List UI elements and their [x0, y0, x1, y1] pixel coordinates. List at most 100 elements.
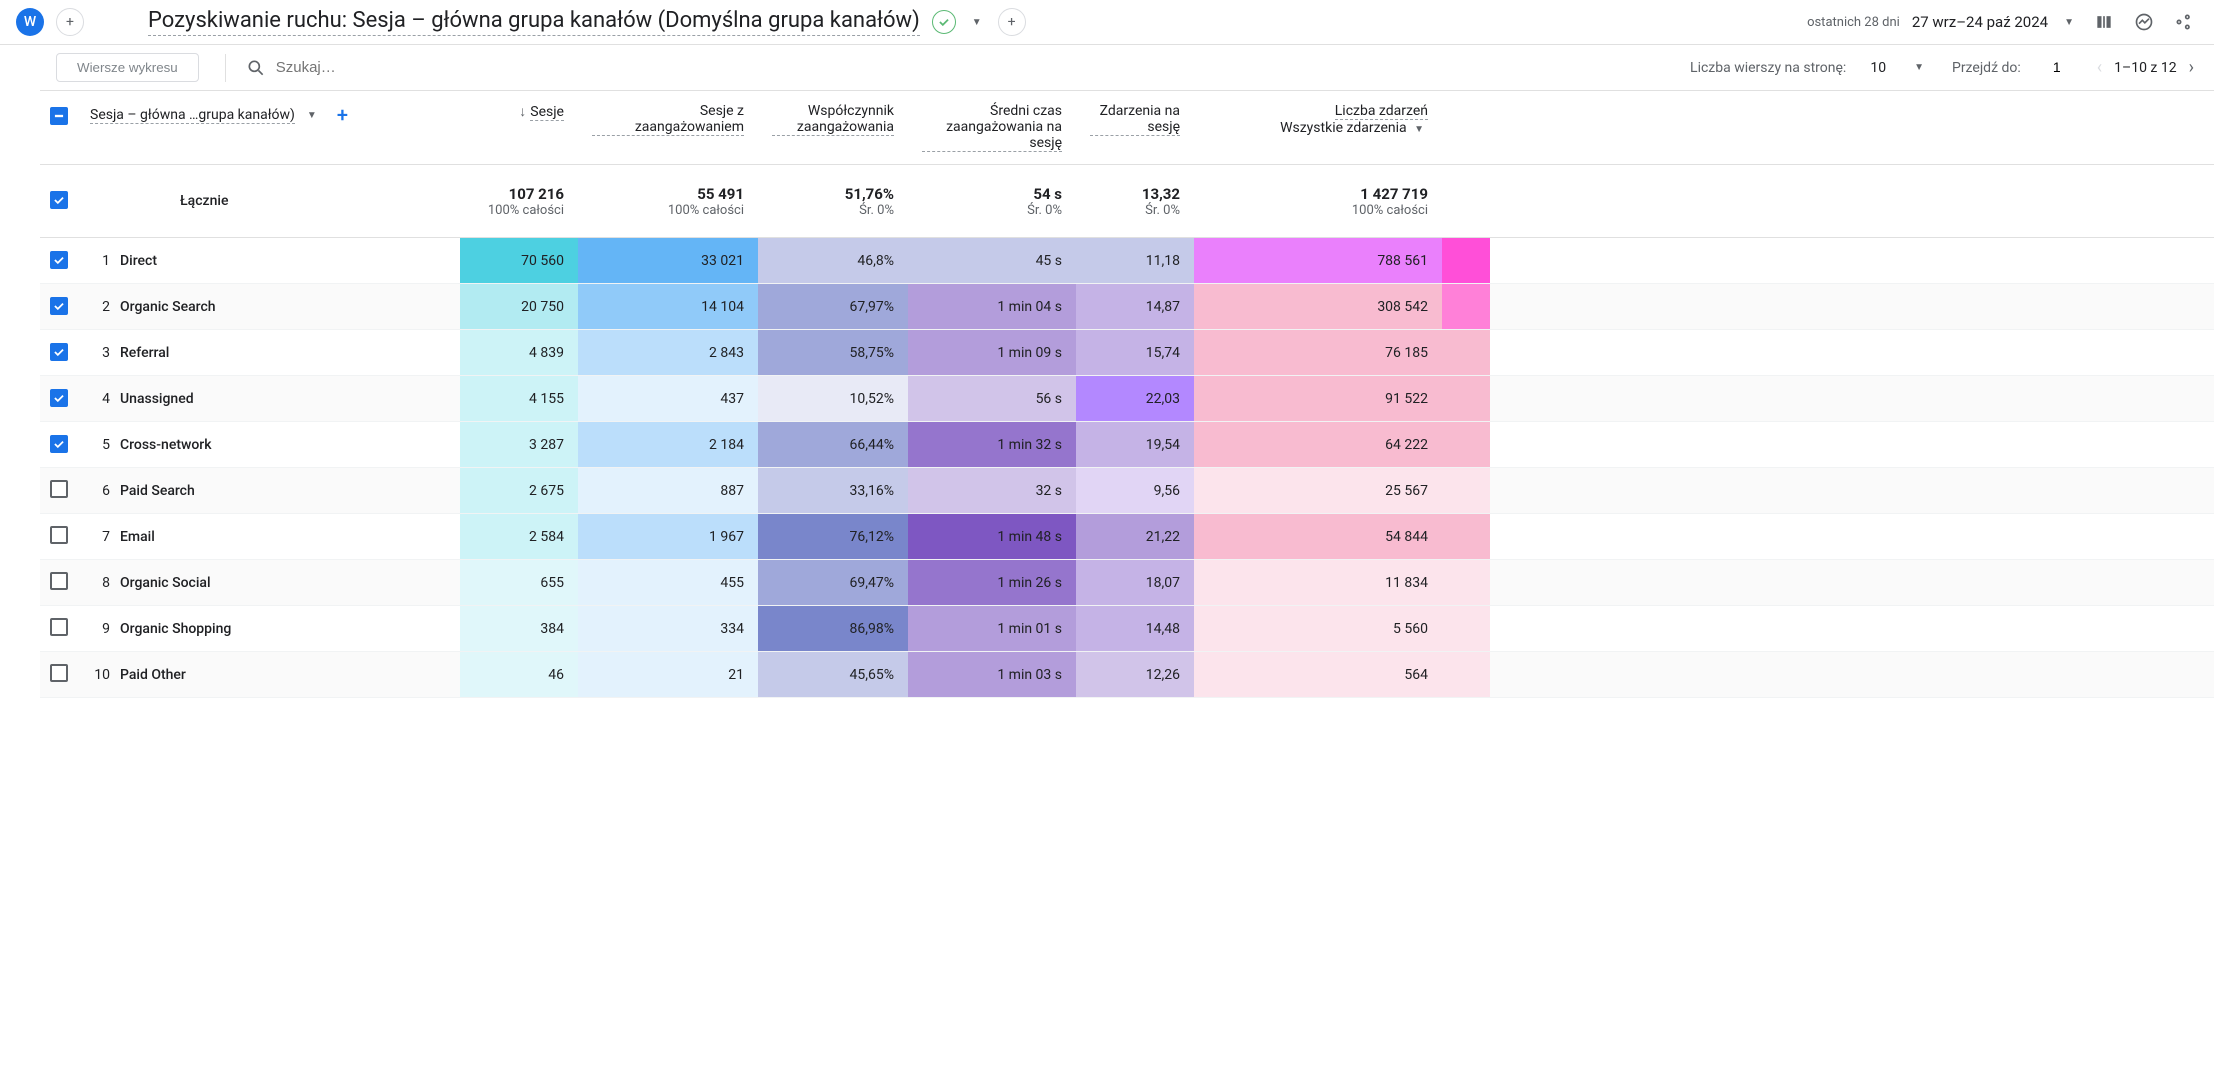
row-bar: [1442, 560, 1490, 605]
row-index: 4: [90, 391, 120, 407]
pager-next-icon[interactable]: ›: [2185, 53, 2198, 82]
metric-cell: 1 min 32 s: [908, 422, 1076, 467]
insights-icon[interactable]: [2130, 8, 2158, 36]
table-row: 10Paid Other462145,65%1 min 03 s12,26564: [40, 652, 2214, 698]
add-comparison-button[interactable]: +: [998, 8, 1026, 36]
row-bar: [1442, 284, 1490, 329]
select-all-checkbox[interactable]: [50, 107, 68, 125]
metric-cell: 21,22: [1076, 514, 1194, 559]
metric-cell: 1 967: [578, 514, 758, 559]
metric-cell: 22,03: [1076, 376, 1194, 421]
row-dimension[interactable]: Unassigned: [120, 391, 460, 407]
metric-cell: 4 839: [460, 330, 578, 375]
date-range-value[interactable]: 27 wrz–24 paź 2024: [1912, 13, 2048, 31]
metric-cell: 11 834: [1194, 560, 1442, 605]
share-icon[interactable]: [2170, 8, 2198, 36]
row-checkbox[interactable]: [50, 618, 68, 636]
row-bar: [1442, 238, 1490, 283]
status-check-icon[interactable]: [932, 10, 956, 34]
row-bar: [1442, 514, 1490, 559]
metric-cell: 564: [1194, 652, 1442, 697]
row-dimension[interactable]: Referral: [120, 345, 460, 361]
row-checkbox[interactable]: [50, 572, 68, 590]
column-label: Zdarzenia na sesję: [1090, 103, 1180, 136]
row-checkbox[interactable]: [50, 251, 68, 269]
column-sublabel: Wszystkie zdarzenia ▼: [1280, 120, 1428, 136]
date-dropdown-icon[interactable]: ▼: [2060, 13, 2078, 32]
row-dimension[interactable]: Paid Search: [120, 483, 460, 499]
row-index: 5: [90, 437, 120, 453]
row-bar: [1442, 376, 1490, 421]
metric-cell: 21: [578, 652, 758, 697]
pager-prev-icon[interactable]: ‹: [2093, 53, 2106, 82]
data-table: Sesja – główna …grupa kanałów) ▼ + ↓Sesj…: [40, 91, 2214, 698]
column-label: Średni czas zaangażowania na sesję: [922, 103, 1062, 152]
row-index: 9: [90, 621, 120, 637]
column-header[interactable]: ↓Sesje: [460, 103, 578, 152]
row-checkbox[interactable]: [50, 526, 68, 544]
pager-range-label: 1–10 z 12: [2114, 60, 2176, 76]
table-row: 6Paid Search2 67588733,16%32 s9,5625 567: [40, 468, 2214, 514]
row-dimension[interactable]: Direct: [120, 253, 460, 269]
metric-cell: 67,97%: [758, 284, 908, 329]
metric-cell: 308 542: [1194, 284, 1442, 329]
metric-cell: 887: [578, 468, 758, 513]
add-dimension-button[interactable]: +: [329, 103, 356, 127]
row-bar: [1442, 330, 1490, 375]
rows-per-page-select[interactable]: 10 ▼: [1862, 54, 1936, 81]
total-checkbox[interactable]: [50, 191, 68, 209]
metric-cell: 655: [460, 560, 578, 605]
metric-cell: 54 844: [1194, 514, 1442, 559]
metric-cell: 19,54: [1076, 422, 1194, 467]
row-checkbox[interactable]: [50, 343, 68, 361]
row-dimension[interactable]: Organic Social: [120, 575, 460, 591]
search-input[interactable]: [276, 59, 476, 76]
metric-cell: 1 min 09 s: [908, 330, 1076, 375]
metric-cell: 1 min 01 s: [908, 606, 1076, 651]
row-dimension[interactable]: Paid Other: [120, 667, 460, 683]
metric-cell: 76,12%: [758, 514, 908, 559]
row-checkbox[interactable]: [50, 664, 68, 682]
metric-cell: 11,18: [1076, 238, 1194, 283]
row-checkbox[interactable]: [50, 435, 68, 453]
table-row: 4Unassigned4 15543710,52%56 s22,0391 522: [40, 376, 2214, 422]
column-label: Sesje z zaangażowaniem: [592, 103, 744, 136]
dimension-header[interactable]: Sesja – główna …grupa kanałów) ▼ +: [90, 103, 460, 127]
goto-input[interactable]: [2037, 59, 2077, 76]
metric-cell: 25 567: [1194, 468, 1442, 513]
row-checkbox[interactable]: [50, 297, 68, 315]
metric-cell: 2 675: [460, 468, 578, 513]
pager: ‹ 1–10 z 12 ›: [2093, 53, 2198, 82]
row-dimension[interactable]: Email: [120, 529, 460, 545]
row-dimension[interactable]: Organic Search: [120, 299, 460, 315]
table-row: 9Organic Shopping38433486,98%1 min 01 s1…: [40, 606, 2214, 652]
page-header: W + Pozyskiwanie ruchu: Sesja – główna g…: [0, 0, 2214, 45]
row-checkbox[interactable]: [50, 389, 68, 407]
chart-rows-button[interactable]: Wiersze wykresu: [56, 53, 199, 82]
column-header[interactable]: Średni czas zaangażowania na sesję: [908, 103, 1076, 152]
metric-cell: 10,52%: [758, 376, 908, 421]
row-index: 8: [90, 575, 120, 591]
sort-arrow-icon: ↓: [519, 104, 526, 120]
row-checkbox[interactable]: [50, 480, 68, 498]
column-header[interactable]: Współczynnik zaangażowania: [758, 103, 908, 152]
total-cell: 1 427 719100% całości: [1194, 165, 1442, 237]
compare-columns-icon[interactable]: [2090, 8, 2118, 36]
row-bar: [1442, 468, 1490, 513]
workspace-avatar[interactable]: W: [16, 8, 44, 36]
dimension-label: Sesja – główna …grupa kanałów): [90, 107, 295, 124]
column-label: Współczynnik zaangażowania: [772, 103, 894, 136]
metric-cell: 2 184: [578, 422, 758, 467]
metric-cell: 12,26: [1076, 652, 1194, 697]
column-header[interactable]: Sesje z zaangażowaniem: [578, 103, 758, 152]
row-dimension[interactable]: Cross-network: [120, 437, 460, 453]
table-body: Łącznie107 216100% całości55 491100% cał…: [40, 165, 2214, 698]
add-tab-button[interactable]: +: [56, 8, 84, 36]
column-header[interactable]: Liczba zdarzeńWszystkie zdarzenia ▼: [1194, 103, 1442, 152]
title-dropdown-icon[interactable]: ▼: [968, 13, 986, 32]
row-dimension[interactable]: Organic Shopping: [120, 621, 460, 637]
column-header[interactable]: Zdarzenia na sesję: [1076, 103, 1194, 152]
metric-cell: 1 min 03 s: [908, 652, 1076, 697]
total-cell: 13,32Śr. 0%: [1076, 165, 1194, 237]
metric-cell: 64 222: [1194, 422, 1442, 467]
